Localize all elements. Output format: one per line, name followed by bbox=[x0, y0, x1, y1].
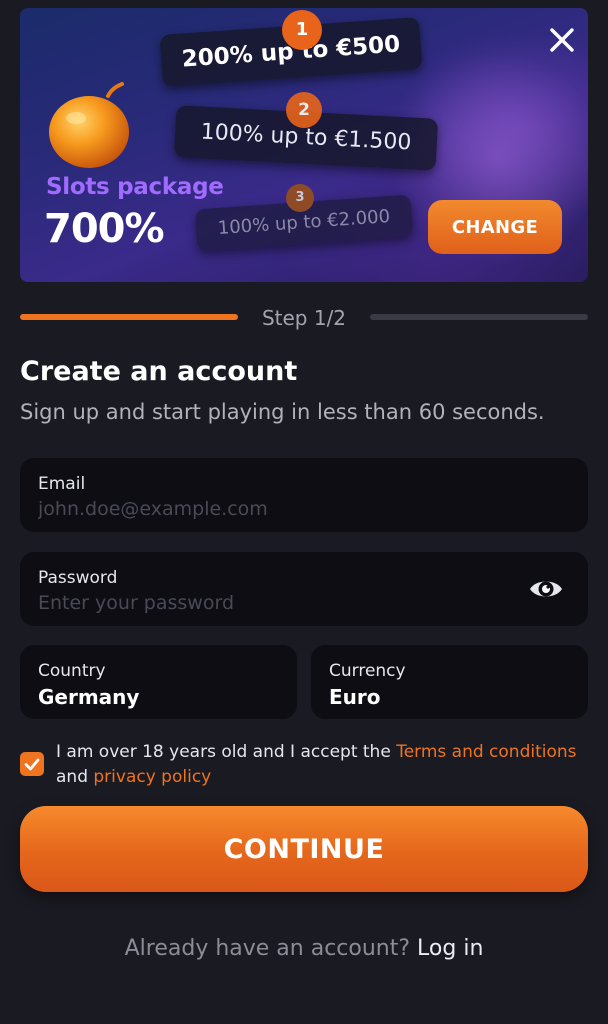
login-prompt: Already have an account? Log in bbox=[0, 936, 608, 961]
email-field: Email bbox=[20, 458, 588, 532]
currency-value: Euro bbox=[329, 685, 381, 709]
offer-step-badge-2: 2 bbox=[286, 92, 322, 128]
package-percent: 700% bbox=[44, 206, 165, 252]
orange-fruit-icon bbox=[49, 82, 129, 168]
step-indicator: Step 1/2 bbox=[261, 306, 347, 330]
package-label: Slots package bbox=[46, 174, 224, 200]
eye-icon[interactable] bbox=[528, 574, 564, 604]
country-select[interactable]: Country Germany bbox=[20, 645, 297, 719]
change-package-button[interactable]: CHANGE bbox=[428, 200, 562, 254]
promo-banner: Slots package 700% 200% up to €500 1 100… bbox=[20, 8, 588, 282]
page-subtitle: Sign up and start playing in less than 6… bbox=[20, 400, 545, 424]
step-progress-complete bbox=[20, 314, 238, 320]
close-icon[interactable] bbox=[546, 24, 578, 56]
consent-text: I am over 18 years old and I accept the … bbox=[56, 740, 592, 790]
password-label: Password bbox=[38, 568, 118, 588]
step-progress-remaining bbox=[370, 314, 588, 320]
currency-label: Currency bbox=[329, 661, 406, 681]
age-terms-checkbox[interactable] bbox=[20, 752, 44, 776]
password-input[interactable] bbox=[38, 592, 493, 614]
privacy-policy-link[interactable]: privacy policy bbox=[93, 767, 211, 787]
password-field: Password bbox=[20, 552, 588, 626]
continue-button[interactable]: CONTINUE bbox=[20, 806, 588, 892]
login-prompt-text: Already have an account? bbox=[124, 936, 418, 961]
page-title: Create an account bbox=[20, 356, 298, 387]
email-label: Email bbox=[38, 474, 86, 494]
offer-step-badge-3: 3 bbox=[286, 184, 314, 212]
checkmark-icon bbox=[24, 758, 40, 771]
login-link[interactable]: Log in bbox=[417, 936, 483, 961]
consent-text-before: I am over 18 years old and I accept the bbox=[56, 742, 397, 762]
country-label: Country bbox=[38, 661, 106, 681]
email-input[interactable] bbox=[38, 498, 493, 520]
consent-text-middle: and bbox=[56, 767, 94, 787]
currency-select[interactable]: Currency Euro bbox=[311, 645, 588, 719]
terms-link[interactable]: Terms and conditions bbox=[396, 742, 576, 762]
offer-step-badge-1: 1 bbox=[282, 10, 322, 50]
country-value: Germany bbox=[38, 685, 140, 709]
